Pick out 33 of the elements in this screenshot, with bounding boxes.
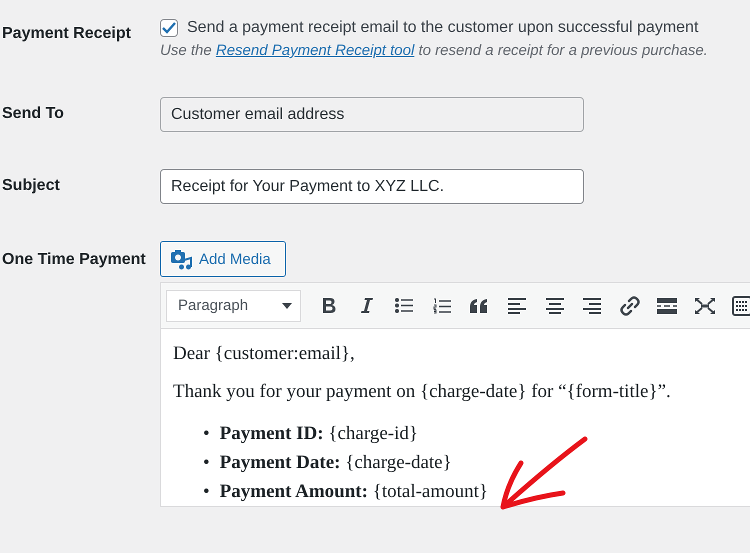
media-icon [170, 248, 192, 270]
input-field[interactable]: Receipt for Your Payment to XYZ LLC. [160, 169, 584, 204]
fullscreen-icon[interactable] [694, 298, 715, 314]
help-link[interactable]: Resend Payment Receipt tool [216, 42, 414, 59]
help-text: Use the Resend Payment Receipt tool to resend a receipt for a previous purchase. [160, 42, 709, 59]
align-left-icon[interactable] [508, 298, 526, 314]
bold-icon[interactable] [322, 297, 336, 314]
list-item: Payment Date: {charge-date} [220, 451, 452, 475]
bullet-list-icon[interactable] [395, 298, 414, 313]
bullet: • [203, 422, 210, 446]
link-icon[interactable] [620, 296, 640, 316]
align-right-icon[interactable] [583, 298, 602, 314]
add-media-button[interactable]: Add Media [160, 241, 286, 277]
caret-icon [282, 302, 292, 308]
setting-label: Send To [2, 105, 65, 123]
toolbar-toggle-icon[interactable] [732, 296, 750, 316]
setting-label: Payment Receipt [2, 25, 132, 43]
list-item: Payment ID: {charge-id} [220, 422, 418, 446]
paragraph: Thank you for your payment on {charge-date} for “{form-title}”. [173, 381, 672, 403]
checkbox-label: Send a payment receipt email to the customer upon successful payment [187, 19, 698, 37]
align-center-icon[interactable] [546, 298, 564, 314]
setting-label: One Time Payment [2, 251, 147, 269]
checkbox[interactable] [160, 19, 178, 37]
italic-icon[interactable] [360, 297, 374, 314]
read-more-icon[interactable] [657, 298, 678, 314]
quote-icon[interactable] [470, 298, 488, 312]
format-dropdown[interactable]: Paragraph [166, 290, 301, 322]
bullet: • [203, 480, 210, 504]
paragraph: Dear {customer:email}, [173, 343, 356, 365]
numbered-list-icon[interactable] [432, 298, 451, 314]
list-item: Payment Amount: {total-amount} [220, 480, 488, 504]
setting-label: Subject [2, 177, 61, 195]
bullet: • [203, 451, 210, 475]
